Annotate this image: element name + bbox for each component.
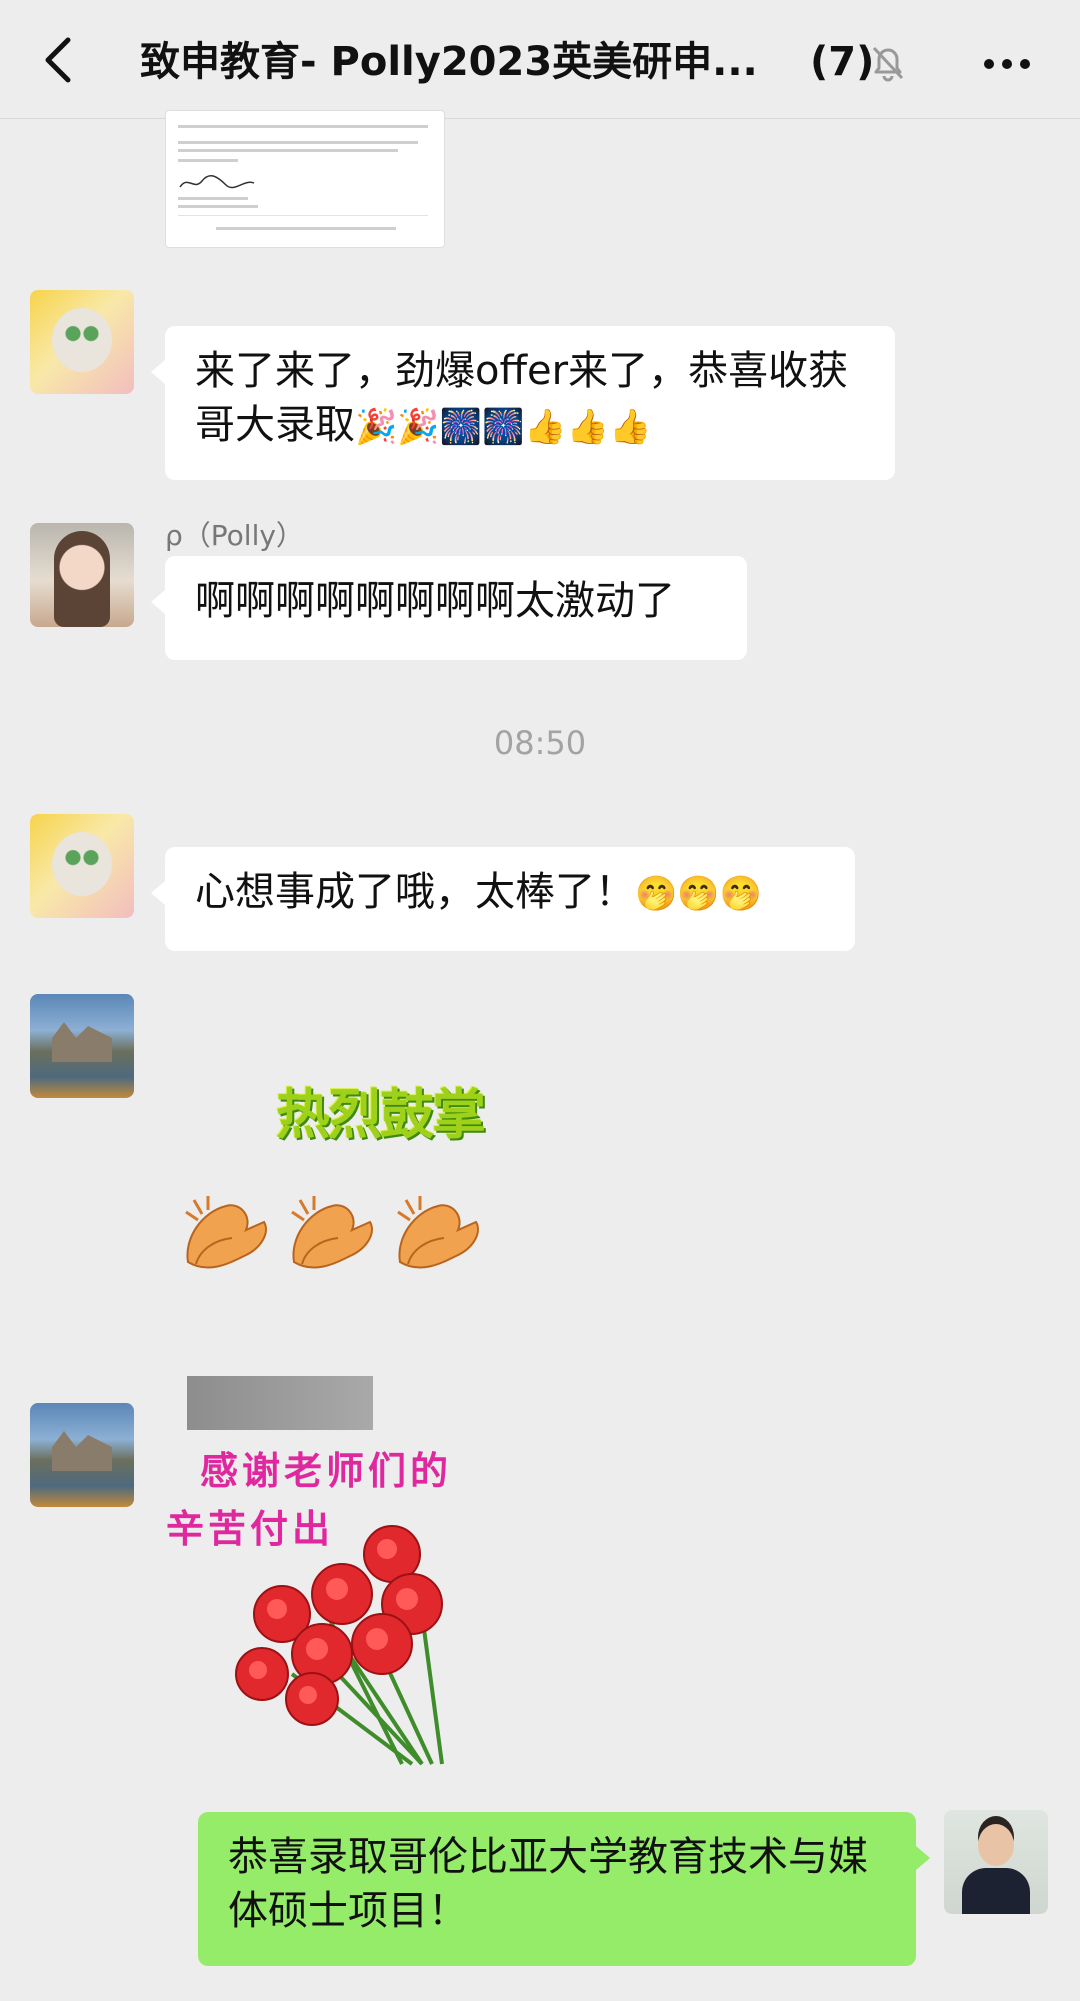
avatar[interactable]	[30, 523, 134, 627]
message-bubble[interactable]: 心想事成了哦，太棒了！🤭🤭🤭	[151, 847, 855, 951]
thanks-sticker-line1: 感谢老师们的	[200, 1448, 453, 1493]
clapping-hands-icon[interactable]	[284, 1192, 380, 1284]
more-dots-icon[interactable]	[984, 54, 1038, 69]
carnation-bouquet-sticker[interactable]	[222, 1524, 492, 1770]
message-text: 恭喜录取哥伦比亚大学教育技术与媒体硕士项目！	[228, 1834, 868, 1934]
member-count: (7)	[810, 39, 875, 85]
redacted-name	[187, 1376, 373, 1430]
message-bubble-outgoing[interactable]: 恭喜录取哥伦比亚大学教育技术与媒体硕士项目！	[198, 1812, 930, 1966]
avatar[interactable]	[30, 290, 134, 394]
timestamp: 08:50	[493, 724, 587, 762]
clapping-hands-icon[interactable]	[178, 1192, 274, 1284]
clapping-hands-icon[interactable]	[390, 1192, 486, 1284]
message-text: 心想事成了哦，太棒了！	[195, 869, 635, 915]
avatar[interactable]	[30, 1403, 134, 1507]
applause-sticker-text: 热烈鼓掌	[276, 1083, 486, 1146]
emoji-sequence: 🤭🤭🤭	[635, 874, 763, 914]
sender-name: ρ（Polly）	[165, 519, 304, 552]
avatar[interactable]	[30, 994, 134, 1098]
avatar[interactable]	[30, 814, 134, 918]
emoji-sequence: 🎉🎉🎆🎆👍👍👍	[355, 407, 652, 447]
message-text: 啊啊啊啊啊啊啊啊太激动了	[195, 578, 675, 624]
chat-header: 致申教育- Polly2023英美研申... (7)	[0, 0, 1080, 119]
bell-off-icon	[872, 46, 904, 82]
admission-letter-image[interactable]	[165, 110, 445, 248]
message-bubble[interactable]: 来了来了，劲爆offer来了，恭喜收获哥大录取🎉🎉🎆🎆👍👍👍	[151, 326, 895, 480]
avatar-self[interactable]	[944, 1810, 1048, 1914]
chat-title[interactable]: 致申教育- Polly2023英美研申...	[140, 36, 780, 88]
message-bubble[interactable]: 啊啊啊啊啊啊啊啊太激动了	[151, 556, 747, 660]
chevron-left-icon[interactable]	[34, 34, 82, 86]
signature-image	[179, 175, 255, 189]
